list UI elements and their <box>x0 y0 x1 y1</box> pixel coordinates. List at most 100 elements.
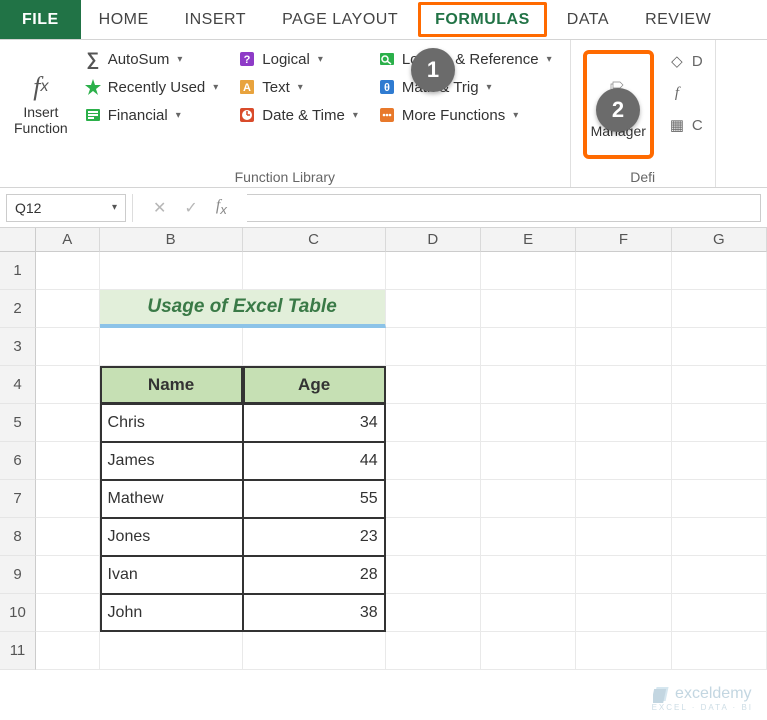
row-header[interactable]: 2 <box>0 290 36 328</box>
cell[interactable] <box>386 328 481 366</box>
autosum-button[interactable]: ∑ AutoSum▾ <box>80 48 223 70</box>
cell[interactable] <box>672 290 767 328</box>
row-header[interactable]: 3 <box>0 328 36 366</box>
tab-review[interactable]: REVIEW <box>627 0 729 39</box>
cancel-icon[interactable]: ✕ <box>153 198 166 218</box>
row-header[interactable]: 5 <box>0 404 36 442</box>
cell[interactable] <box>672 556 767 594</box>
cell[interactable]: Ivan <box>100 556 243 594</box>
cell[interactable] <box>576 252 671 290</box>
column-header[interactable]: F <box>576 228 671 252</box>
insert-function-button[interactable]: fx Insert Function <box>8 44 74 165</box>
cell[interactable] <box>576 442 671 480</box>
cell[interactable]: Mathew <box>100 480 243 518</box>
cell[interactable] <box>576 290 671 328</box>
cell[interactable] <box>672 442 767 480</box>
select-all-corner[interactable] <box>0 228 36 252</box>
cell[interactable] <box>386 442 481 480</box>
text-button[interactable]: A Text▾ <box>234 76 362 98</box>
cell[interactable] <box>36 366 100 404</box>
define-name-cut[interactable]: ◇D <box>664 50 707 72</box>
cell[interactable] <box>576 632 671 670</box>
row-header[interactable]: 10 <box>0 594 36 632</box>
cell[interactable] <box>36 404 100 442</box>
row-header[interactable]: 4 <box>0 366 36 404</box>
use-formula-cut[interactable]: f <box>664 82 707 104</box>
row-header[interactable]: 7 <box>0 480 36 518</box>
cell[interactable] <box>36 252 100 290</box>
cell[interactable] <box>243 252 386 290</box>
cell[interactable]: 44 <box>243 442 386 480</box>
tab-file[interactable]: FILE <box>0 0 81 39</box>
cell[interactable] <box>576 366 671 404</box>
cell[interactable] <box>481 366 576 404</box>
cell[interactable] <box>481 442 576 480</box>
cell[interactable] <box>36 518 100 556</box>
cell[interactable] <box>386 366 481 404</box>
cell[interactable]: Age <box>243 366 386 404</box>
logical-button[interactable]: ? Logical▾ <box>234 48 362 70</box>
cell[interactable] <box>36 480 100 518</box>
cell[interactable] <box>672 366 767 404</box>
cell[interactable] <box>481 328 576 366</box>
cell[interactable] <box>386 518 481 556</box>
cell[interactable]: Name <box>100 366 243 404</box>
math-trig-button[interactable]: θ Math & Trig▾ <box>374 76 556 98</box>
name-box[interactable]: Q12 ▾ <box>6 194 126 222</box>
financial-button[interactable]: Financial▾ <box>80 104 223 126</box>
cell[interactable] <box>386 632 481 670</box>
cell[interactable] <box>100 252 243 290</box>
cell[interactable] <box>36 328 100 366</box>
tab-page-layout[interactable]: PAGE LAYOUT <box>264 0 416 39</box>
cell[interactable]: John <box>100 594 243 632</box>
cell[interactable] <box>481 518 576 556</box>
cell[interactable] <box>100 328 243 366</box>
tab-data[interactable]: DATA <box>549 0 627 39</box>
cell[interactable] <box>576 556 671 594</box>
cell[interactable] <box>576 594 671 632</box>
row-header[interactable]: 11 <box>0 632 36 670</box>
lookup-reference-button[interactable]: Lookup & Reference▾ <box>374 48 556 70</box>
cell[interactable] <box>672 480 767 518</box>
cell[interactable] <box>481 594 576 632</box>
cell[interactable] <box>243 328 386 366</box>
dropdown-icon[interactable]: ▾ <box>112 202 117 213</box>
cell[interactable] <box>36 290 100 328</box>
cell[interactable] <box>576 480 671 518</box>
cell[interactable]: 55 <box>243 480 386 518</box>
cell[interactable] <box>576 328 671 366</box>
cell[interactable] <box>36 556 100 594</box>
cell[interactable]: James <box>100 442 243 480</box>
cell[interactable] <box>576 518 671 556</box>
cell[interactable]: 38 <box>243 594 386 632</box>
cell[interactable] <box>386 404 481 442</box>
row-header[interactable]: 8 <box>0 518 36 556</box>
cell[interactable] <box>672 328 767 366</box>
cell[interactable] <box>481 480 576 518</box>
cell[interactable] <box>386 290 481 328</box>
formula-input[interactable] <box>247 194 761 222</box>
cell[interactable] <box>672 632 767 670</box>
cell[interactable] <box>36 632 100 670</box>
cell[interactable] <box>672 252 767 290</box>
cell[interactable]: 23 <box>243 518 386 556</box>
more-functions-button[interactable]: More Functions▾ <box>374 104 556 126</box>
cell[interactable] <box>36 442 100 480</box>
cell[interactable] <box>386 594 481 632</box>
cell[interactable]: 28 <box>243 556 386 594</box>
fx-icon[interactable]: fx <box>216 197 227 217</box>
row-header[interactable]: 6 <box>0 442 36 480</box>
cell[interactable] <box>481 290 576 328</box>
cell[interactable] <box>481 252 576 290</box>
cell[interactable] <box>36 594 100 632</box>
column-header[interactable]: A <box>36 228 100 252</box>
create-selection-cut[interactable]: ▦C <box>664 114 707 136</box>
cell[interactable] <box>386 480 481 518</box>
cell[interactable] <box>481 632 576 670</box>
cell[interactable]: Usage of Excel Table <box>100 290 386 328</box>
cells[interactable]: Usage of Excel TableNameAgeChris34James4… <box>36 252 767 670</box>
cell[interactable] <box>481 556 576 594</box>
column-header[interactable]: C <box>243 228 386 252</box>
row-header[interactable]: 1 <box>0 252 36 290</box>
cell[interactable] <box>100 632 243 670</box>
